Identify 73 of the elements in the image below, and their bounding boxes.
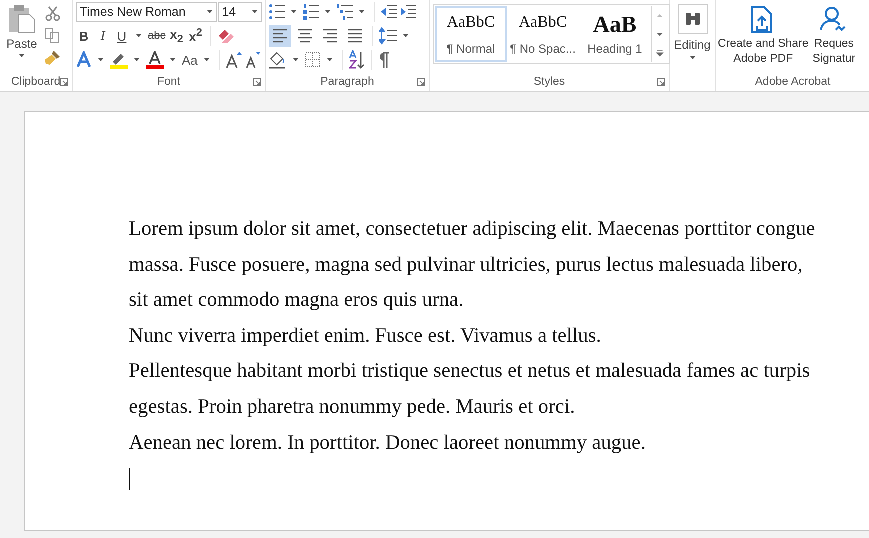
paintbrush-icon[interactable] <box>45 50 61 66</box>
dropdown-caret-icon <box>690 56 696 60</box>
dialog-launcher-icon[interactable] <box>253 78 261 86</box>
dialog-launcher-icon[interactable] <box>417 78 425 86</box>
editing-button[interactable]: Editing <box>673 4 712 60</box>
dropdown-caret-icon <box>359 10 365 14</box>
style-tile[interactable]: AaBbC ¶ Normal <box>435 6 507 62</box>
paragraph: Lorem ipsum dolor sit amet, consectetuer adipiscing elit. Maecenas porttitor congue massa. Fusce posuere, magna sed pulvinar ultricies, purus lectus malesuada libero, sit amet commodo magna eros quis urna. <box>129 217 816 314</box>
dropdown-caret-icon <box>170 58 176 62</box>
format-button[interactable]: x$^{2}$ <box>188 27 204 45</box>
binoculars-icon <box>678 4 708 34</box>
style-tile[interactable]: AaB Heading 1 <box>579 6 651 62</box>
dropdown-caret-icon <box>207 10 214 14</box>
paragraph: Pellentesque habitant morbi tristique senectus et netus et malesuada fames ac turpis egestas. Proin pharetra nonummy pede. Mauris et orci. <box>129 359 812 420</box>
font-name-dropdown[interactable]: Times New Roman <box>76 2 218 22</box>
style-name: Heading 1 <box>588 42 642 56</box>
dropdown-caret-icon <box>98 58 104 62</box>
dropdown-caret-icon <box>252 10 258 14</box>
paragraph: Nunc viverra imperdiet enim. Fusce est. Vivamus a tellus. <box>129 324 602 349</box>
group-label: Styles <box>534 76 566 88</box>
format-button[interactable]: x$_{2}$ <box>168 26 185 46</box>
group-label: Adobe Acrobat <box>755 76 831 88</box>
person-signature-icon <box>820 6 848 34</box>
style-preview: AaB <box>593 14 637 36</box>
dialog-launcher-icon[interactable] <box>60 78 68 86</box>
numbered-list-icon[interactable] <box>303 4 319 20</box>
change-case-button[interactable]: Aa <box>182 52 198 68</box>
grow-font-icon[interactable] <box>226 51 242 69</box>
borders-icon[interactable] <box>305 52 321 68</box>
dropdown-caret-icon <box>134 58 140 62</box>
shrink-font-icon[interactable] <box>244 51 261 69</box>
format-button[interactable]: U <box>114 28 130 44</box>
dropdown-caret-icon <box>19 54 25 58</box>
eraser-icon[interactable] <box>216 27 235 45</box>
style-name: ¶ No Spac... <box>510 42 576 56</box>
scissors-icon[interactable] <box>45 6 61 22</box>
bullet-list-icon[interactable] <box>269 4 285 20</box>
style-preview: AaBbC <box>447 14 495 32</box>
dropdown-caret-icon <box>293 58 299 62</box>
dropdown-caret-icon <box>327 58 333 62</box>
line-spacing-icon[interactable] <box>379 27 397 45</box>
dropdown-caret-icon <box>325 10 331 14</box>
format-button[interactable]: I <box>95 28 111 44</box>
decrease-indent-icon[interactable] <box>381 5 397 19</box>
format-button[interactable]: B <box>76 28 92 44</box>
dropdown-caret-icon <box>291 10 297 14</box>
paragraph: Aenean nec lorem. In porttitor. Donec laoreet nonummy augue. <box>129 430 647 456</box>
style-preview: AaBbC <box>519 14 567 32</box>
group-label: Font <box>157 76 180 88</box>
group-label: Clipboard <box>11 76 61 88</box>
text-effects-icon[interactable] <box>76 51 92 69</box>
dropdown-caret-icon <box>403 34 409 38</box>
multilevel-list-icon[interactable] <box>337 4 353 20</box>
copy-icon[interactable] <box>45 28 61 44</box>
highlighter-icon[interactable] <box>110 51 128 69</box>
format-button[interactable]: abc <box>148 30 166 42</box>
dropdown-caret-icon <box>136 34 142 38</box>
paste-button[interactable]: Paste <box>3 4 41 73</box>
align-button[interactable] <box>269 25 291 47</box>
dialog-launcher-icon[interactable] <box>657 78 665 86</box>
sort-icon[interactable] <box>349 50 365 70</box>
pilcrow-icon[interactable] <box>378 52 390 68</box>
style-name: ¶ Normal <box>446 42 496 56</box>
acrobat-button[interactable]: Reques Signatur <box>812 6 856 73</box>
font-color-icon[interactable] <box>146 51 164 69</box>
shading-bucket-icon[interactable] <box>269 51 287 69</box>
clipboard-icon <box>8 4 36 34</box>
style-tile[interactable]: AaBbC ¶ No Spac... <box>507 6 579 62</box>
font-size-dropdown[interactable]: 14 <box>218 2 262 22</box>
increase-indent-icon[interactable] <box>400 5 416 19</box>
acrobat-button[interactable]: Create and Share Adobe PDF <box>718 6 809 73</box>
group-label: Paragraph <box>320 76 374 88</box>
dropdown-caret-icon <box>204 58 210 62</box>
